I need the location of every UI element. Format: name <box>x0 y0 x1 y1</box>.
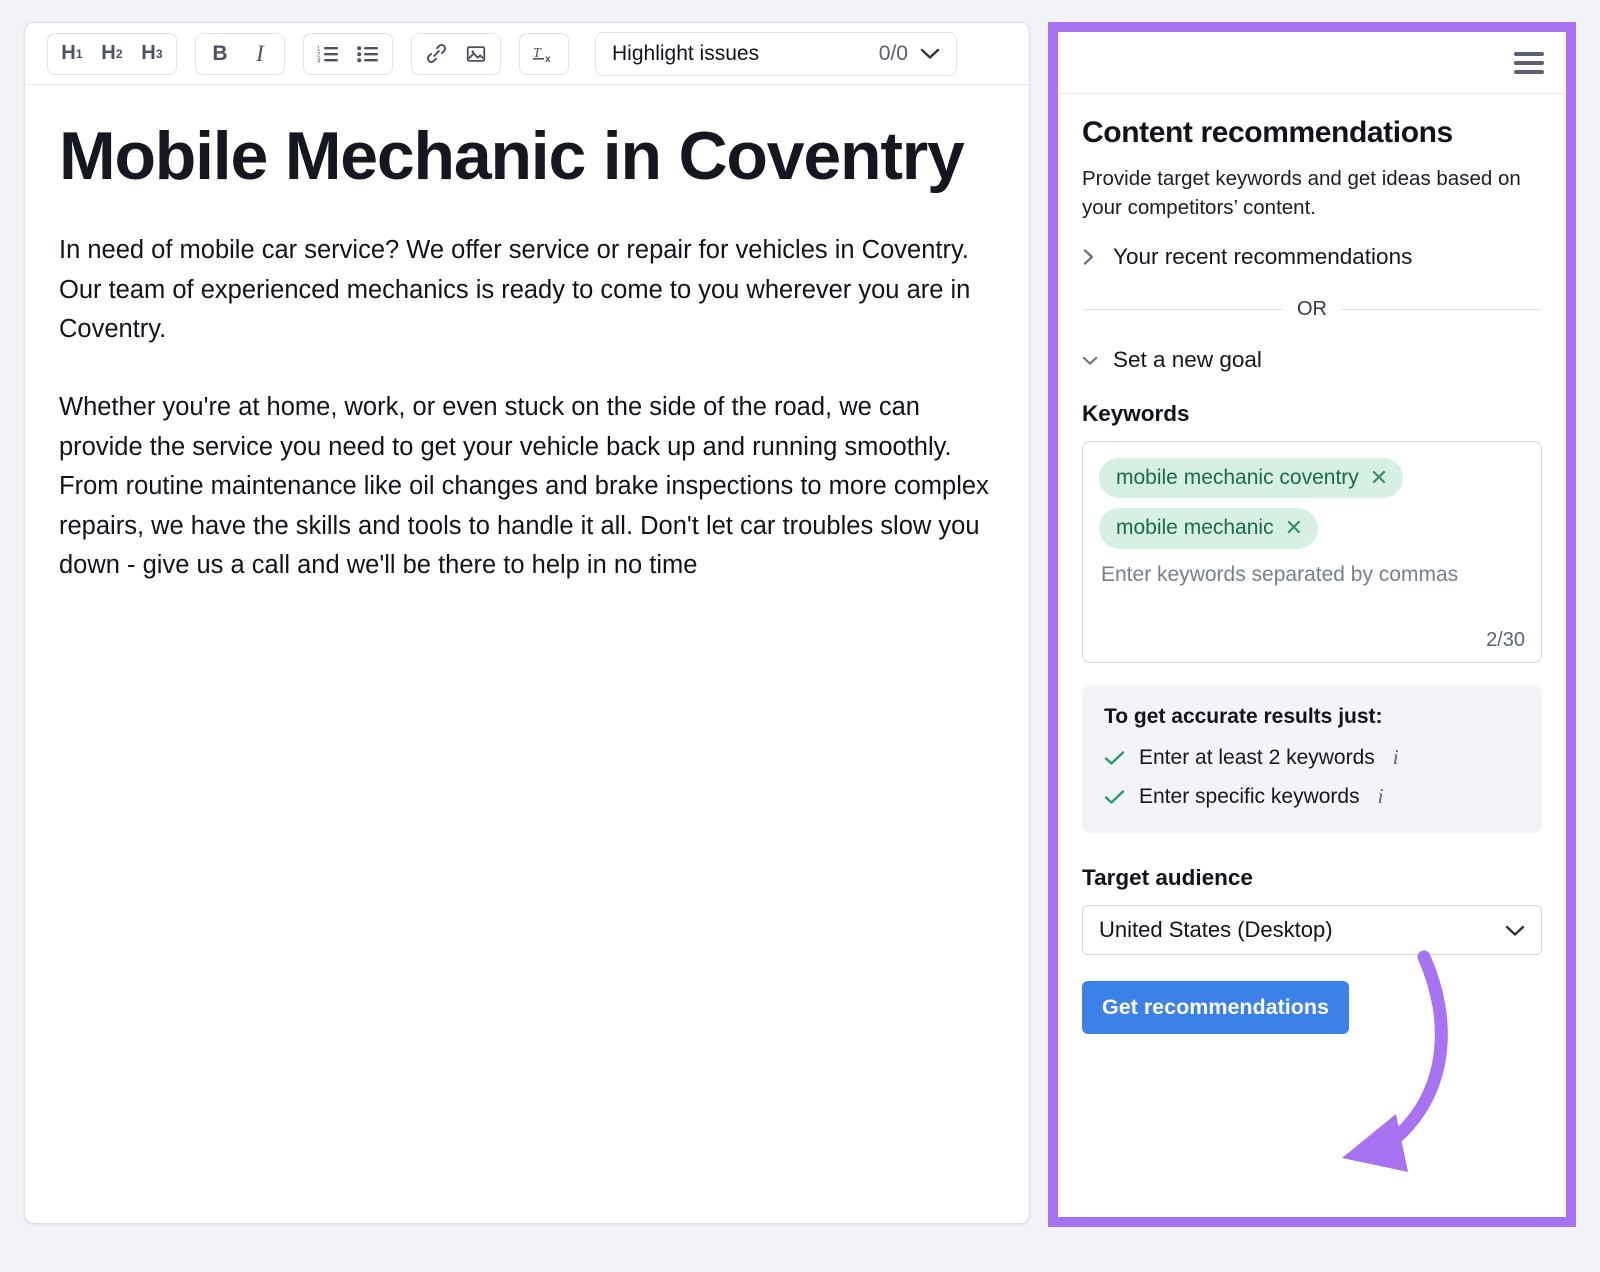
keywords-label: Keywords <box>1082 401 1542 427</box>
target-audience-label: Target audience <box>1082 865 1542 891</box>
keyword-tag-text: mobile mechanic coventry <box>1116 465 1359 490</box>
tip-item: Enter specific keywords i <box>1104 784 1520 809</box>
document-paragraph: In need of mobile car service? We offer … <box>59 231 995 350</box>
h1-label: H <box>61 42 76 65</box>
keywords-placeholder[interactable]: Enter keywords separated by commas <box>1099 561 1525 589</box>
divider-line-left <box>1082 309 1283 310</box>
recent-recommendations-label: Your recent recommendations <box>1113 244 1412 270</box>
clear-formatting-icon[interactable]: T x <box>524 37 564 71</box>
h3-label: H <box>141 42 156 65</box>
set-new-goal-toggle[interactable]: Set a new goal <box>1082 341 1542 379</box>
recent-recommendations-toggle[interactable]: Your recent recommendations <box>1082 238 1542 276</box>
info-icon[interactable]: i <box>1393 745 1399 770</box>
chevron-right-icon <box>1082 247 1098 267</box>
toolbar-group-lists: 1 2 3 <box>303 33 393 75</box>
heading-2-icon[interactable]: H2 <box>92 37 132 71</box>
content-recommendations-panel: Content recommendations Provide target k… <box>1058 32 1566 1217</box>
recommendations-highlight-border: Content recommendations Provide target k… <box>1048 22 1576 1227</box>
tip-item: Enter at least 2 keywords i <box>1104 745 1520 770</box>
panel-header <box>1058 32 1566 94</box>
document-paragraph: Whether you're at home, work, or even st… <box>59 388 995 586</box>
check-icon <box>1104 750 1125 766</box>
ordered-list-icon[interactable]: 1 2 3 <box>308 37 348 71</box>
h2-label: H <box>101 42 116 65</box>
panel-description: Provide target keywords and get ideas ba… <box>1082 164 1542 222</box>
toolbar-group-insert <box>411 33 501 75</box>
close-icon[interactable]: ✕ <box>1370 467 1388 489</box>
heading-1-icon[interactable]: H1 <box>52 37 92 71</box>
toolbar-group-style: B I <box>195 33 285 75</box>
svg-text:3: 3 <box>317 58 321 64</box>
or-divider: OR <box>1082 298 1542 321</box>
h2-sub: 2 <box>116 47 123 61</box>
tip-label: Enter specific keywords <box>1139 785 1360 809</box>
editor-toolbar: H1 H2 H3 B I <box>25 23 1029 85</box>
highlight-issues-select[interactable]: Highlight issues 0/0 <box>595 32 957 76</box>
keyword-tag[interactable]: mobile mechanic coventry ✕ <box>1099 458 1403 498</box>
toolbar-group-clear: T x <box>519 33 569 75</box>
content-editor-panel: H1 H2 H3 B I <box>24 22 1030 1224</box>
or-label: OR <box>1297 298 1327 321</box>
chevron-down-icon <box>1082 354 1098 367</box>
italic-label: I <box>256 41 264 67</box>
panel-title: Content recommendations <box>1082 116 1542 150</box>
check-icon <box>1104 789 1125 805</box>
close-icon[interactable]: ✕ <box>1285 517 1303 539</box>
toolbar-group-headings: H1 H2 H3 <box>47 33 177 75</box>
keyword-tag-list: mobile mechanic coventry ✕ mobile mechan… <box>1099 458 1525 548</box>
chevron-down-icon <box>1505 924 1525 937</box>
hamburger-menu-icon[interactable] <box>1514 52 1544 74</box>
heading-3-icon[interactable]: H3 <box>132 37 172 71</box>
highlight-issues-label: Highlight issues <box>612 42 879 66</box>
italic-icon[interactable]: I <box>240 37 280 71</box>
link-icon[interactable] <box>416 37 456 71</box>
highlight-issues-count: 0/0 <box>879 42 908 66</box>
h3-sub: 3 <box>156 47 163 61</box>
panel-body: Content recommendations Provide target k… <box>1058 94 1566 1034</box>
divider-line-right <box>1341 309 1542 310</box>
keywords-input[interactable]: mobile mechanic coventry ✕ mobile mechan… <box>1082 441 1542 663</box>
tips-title: To get accurate results just: <box>1104 705 1520 729</box>
get-recommendations-button[interactable]: Get recommendations <box>1082 981 1349 1034</box>
image-icon[interactable] <box>456 37 496 71</box>
keywords-counter: 2/30 <box>1099 619 1525 652</box>
app-root: H1 H2 H3 B I <box>0 0 1600 1272</box>
svg-text:x: x <box>545 54 551 65</box>
tip-label: Enter at least 2 keywords <box>1139 746 1375 770</box>
keyword-tag[interactable]: mobile mechanic ✕ <box>1099 508 1318 548</box>
page-title: Mobile Mechanic in Coventry <box>59 111 995 201</box>
keyword-tag-text: mobile mechanic <box>1116 515 1274 540</box>
bold-icon[interactable]: B <box>200 37 240 71</box>
accuracy-tips-box: To get accurate results just: Enter at l… <box>1082 685 1542 833</box>
h1-sub: 1 <box>76 47 83 61</box>
set-new-goal-label: Set a new goal <box>1113 347 1262 373</box>
document-body[interactable]: Mobile Mechanic in Coventry In need of m… <box>25 85 1029 1223</box>
target-audience-value: United States (Desktop) <box>1099 917 1505 943</box>
bullet-list-icon[interactable] <box>348 37 388 71</box>
chevron-down-icon <box>920 47 940 60</box>
info-icon[interactable]: i <box>1378 784 1384 809</box>
target-audience-select[interactable]: United States (Desktop) <box>1082 905 1542 955</box>
bold-label: B <box>212 42 227 66</box>
